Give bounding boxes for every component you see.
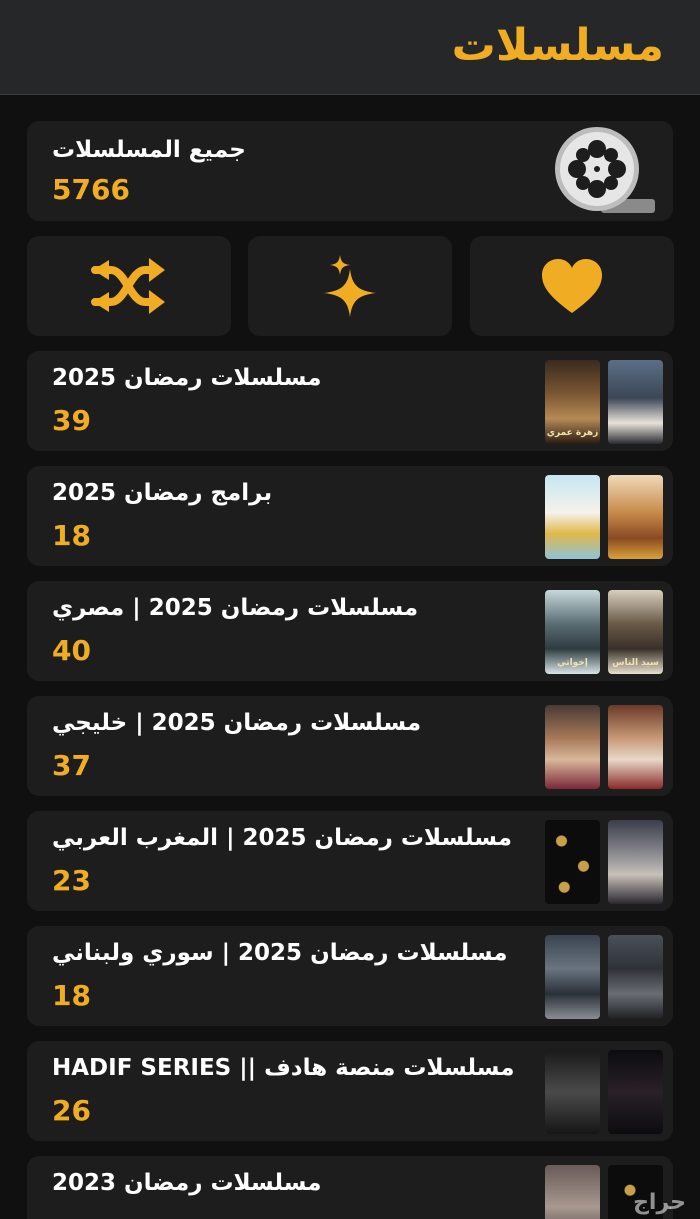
watermark-logo: حراج (633, 1190, 686, 1215)
category-count: 39 (52, 404, 91, 437)
page-title: مسلسلات (451, 20, 664, 71)
category-title: برامج رمضان 2025 (52, 480, 273, 506)
poster-thumbnail (545, 705, 600, 789)
category-posters (543, 820, 663, 904)
poster-thumbnail: سيد الناس (608, 590, 663, 674)
category-title: مسلسلات منصة هادف || HADIF SERIES (52, 1055, 515, 1081)
poster-thumbnail (608, 360, 663, 444)
category-posters (543, 475, 663, 559)
category-title: مسلسلات رمضان 2023 (52, 1170, 322, 1196)
category-row[interactable]: مسلسلات رمضان 2025 | مصري 40 سيد الناس إ… (27, 581, 673, 681)
poster-thumbnail: زهرة عمري (545, 360, 600, 444)
shuffle-icon (91, 258, 165, 314)
category-count: 18 (52, 979, 91, 1012)
category-posters: زهرة عمري (543, 360, 663, 444)
category-count: 37 (52, 749, 91, 782)
poster-thumbnail (545, 935, 600, 1019)
poster-thumbnail (545, 1050, 600, 1134)
category-posters (543, 935, 663, 1019)
poster-thumbnail: إخواتي (545, 590, 600, 674)
all-series-count: 5766 (52, 173, 130, 206)
poster-thumbnail (545, 1165, 600, 1219)
shuffle-button[interactable] (27, 236, 231, 336)
poster-thumbnail (608, 475, 663, 559)
sparkle-icon (324, 255, 376, 317)
heart-icon (542, 259, 602, 313)
category-title: مسلسلات رمضان 2025 | المغرب العربي (52, 825, 512, 851)
category-posters (543, 705, 663, 789)
category-row[interactable]: مسلسلات رمضان 2025 39 زهرة عمري (27, 351, 673, 451)
category-count: 23 (52, 864, 91, 897)
category-count: 26 (52, 1094, 91, 1127)
category-row[interactable]: مسلسلات رمضان 2025 | خليجي 37 (27, 696, 673, 796)
all-series-card[interactable]: جميع المسلسلات 5766 (27, 121, 673, 221)
category-title: مسلسلات رمضان 2025 | مصري (52, 595, 419, 621)
category-title: مسلسلات رمضان 2025 (52, 365, 322, 391)
poster-thumbnail (608, 705, 663, 789)
category-row[interactable]: مسلسلات رمضان 2025 | المغرب العربي 23 (27, 811, 673, 911)
category-posters (543, 1050, 663, 1134)
category-row[interactable]: مسلسلات رمضان 2023 (27, 1156, 673, 1219)
category-row[interactable]: برامج رمضان 2025 18 (27, 466, 673, 566)
featured-button[interactable] (248, 236, 452, 336)
poster-thumbnail (608, 935, 663, 1019)
poster-thumbnail (608, 1050, 663, 1134)
poster-thumbnail (608, 820, 663, 904)
category-posters: سيد الناس إخواتي (543, 590, 663, 674)
all-series-title: جميع المسلسلات (52, 137, 246, 163)
favorites-button[interactable] (470, 236, 674, 336)
category-title: مسلسلات رمضان 2025 | سوري ولبناني (52, 940, 508, 966)
category-row[interactable]: مسلسلات منصة هادف || HADIF SERIES 26 (27, 1041, 673, 1141)
category-row[interactable]: مسلسلات رمضان 2025 | سوري ولبناني 18 (27, 926, 673, 1026)
category-count: 40 (52, 634, 91, 667)
app-header: مسلسلات (0, 0, 700, 95)
film-reel-icon (555, 127, 655, 213)
category-count: 18 (52, 519, 91, 552)
series-list[interactable]: جميع المسلسلات 5766 مسلسلات رمضان 2025 3… (0, 96, 700, 1219)
poster-thumbnail (545, 820, 600, 904)
category-title: مسلسلات رمضان 2025 | خليجي (52, 710, 422, 736)
poster-thumbnail (545, 475, 600, 559)
